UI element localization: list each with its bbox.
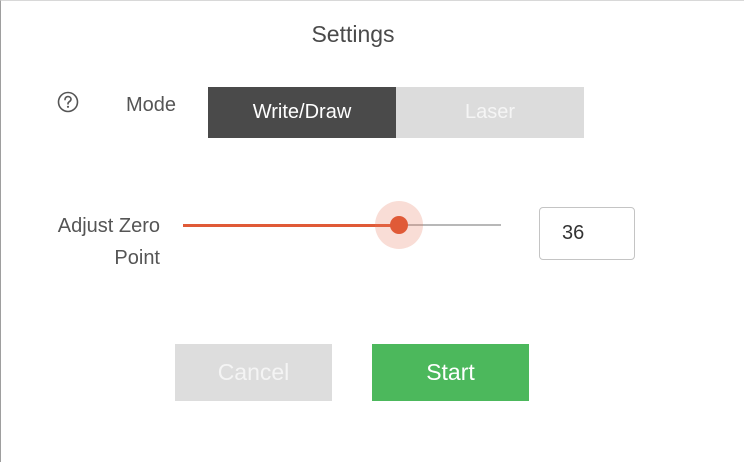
mode-option-laser[interactable]: Laser (396, 87, 584, 138)
mode-segmented-control: Write/Draw Laser (208, 87, 584, 138)
mode-option-write-draw[interactable]: Write/Draw (208, 87, 396, 138)
settings-dialog: Settings Mode Write/Draw Laser Adjust Ze… (0, 0, 744, 462)
adjust-zero-point-label-line1: Adjust Zero (57, 215, 160, 237)
cancel-button[interactable]: Cancel (175, 344, 332, 401)
slider-fill (183, 224, 400, 227)
adjust-zero-point-label: Adjust Zero Point (58, 210, 160, 274)
start-button[interactable]: Start (372, 344, 529, 401)
question-circle-icon-graphic (57, 91, 79, 113)
mode-label: Mode (126, 94, 177, 116)
question-circle-icon[interactable] (57, 91, 79, 113)
adjust-zero-point-label-line2: Point (114, 247, 160, 269)
zero-point-value-input[interactable] (539, 207, 635, 260)
zero-point-slider[interactable] (183, 201, 501, 249)
dialog-title: Settings (311, 21, 395, 47)
